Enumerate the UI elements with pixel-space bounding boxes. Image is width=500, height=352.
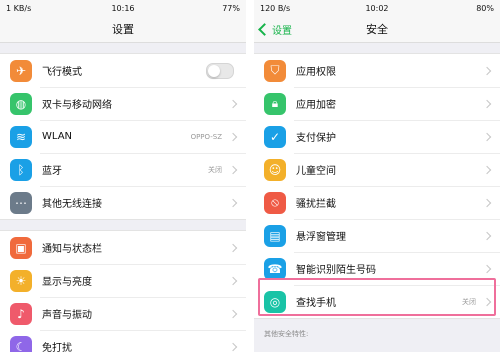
row-label: 智能识别陌生号码: [296, 265, 376, 276]
settings-row-other-wireless[interactable]: ⋯ 其他无线连接: [0, 186, 246, 219]
left-status-time: 10:16: [111, 3, 135, 13]
left-group-device: ▣ 通知与状态栏 ☀ 显示与亮度 ♪ 声音与振动 ☾ 免打扰: [0, 230, 246, 352]
chevron-right-icon: [482, 297, 492, 306]
back-label: 设置: [272, 25, 292, 37]
right-nav-bar: 设置 安全: [254, 16, 500, 43]
row-label: 悬浮窗管理: [296, 232, 346, 243]
right-status-signal: 120 B/s: [260, 3, 291, 13]
shield-check-icon: ✓: [264, 125, 286, 148]
back-button[interactable]: 设置: [258, 16, 292, 42]
row-value: 关闭: [462, 297, 476, 306]
radar-icon: ◎: [264, 290, 286, 313]
security-row-kids-space[interactable]: ☺ 儿童空间: [254, 153, 500, 186]
left-group-connectivity: ✈ 飞行模式 ◍ 双卡与移动网络 ≋ WLAN OPPO-SZ ᛒ 蓝牙 关闭: [0, 53, 246, 220]
chevron-right-icon: [228, 198, 238, 207]
settings-row-dnd[interactable]: ☾ 免打扰: [0, 330, 246, 352]
security-row-unknown-number[interactable]: ☎ 智能识别陌生号码: [254, 252, 500, 285]
row-label: 应用加密: [296, 100, 336, 111]
left-status-bar: 1 KB/s 10:16 77%: [0, 0, 246, 16]
chevron-right-icon: [228, 132, 238, 141]
notification-icon: ▣: [10, 236, 32, 259]
floating-window-icon: ▤: [264, 224, 286, 247]
brightness-icon: ☀: [10, 269, 32, 292]
screenshot-divider: [246, 0, 254, 352]
settings-row-dual-sim[interactable]: ◍ 双卡与移动网络: [0, 87, 246, 120]
settings-row-display[interactable]: ☀ 显示与亮度: [0, 264, 246, 297]
chevron-right-icon: [482, 198, 492, 207]
security-row-floating-window[interactable]: ▤ 悬浮窗管理: [254, 219, 500, 252]
row-label: 双卡与移动网络: [42, 100, 112, 111]
lock-icon: 🔒︎: [264, 92, 286, 115]
row-label: 显示与亮度: [42, 277, 92, 288]
right-phone-security: 120 B/s 10:02 80% 设置 安全 ⛉ 应用权限 🔒︎ 应用加密 ✓…: [254, 0, 500, 352]
right-page-title: 安全: [366, 23, 388, 36]
chevron-right-icon: [482, 66, 492, 75]
bluetooth-icon: ᛒ: [10, 158, 32, 181]
right-status-battery: 80%: [476, 3, 494, 13]
screenshot-pair: 1 KB/s 10:16 77% 设置 ✈ 飞行模式 ◍ 双卡与移动网络 ≋ W…: [0, 0, 500, 352]
row-value: 关闭: [208, 165, 222, 174]
row-label: 应用权限: [296, 67, 336, 78]
row-label: 免打扰: [42, 343, 72, 352]
other-security-features-label: 其他安全特性:: [264, 330, 309, 338]
more-dots-icon: ⋯: [10, 191, 32, 214]
row-value: OPPO-SZ: [190, 132, 222, 141]
settings-row-notifications[interactable]: ▣ 通知与状态栏: [0, 231, 246, 264]
security-row-app-permissions[interactable]: ⛉ 应用权限: [254, 54, 500, 87]
chevron-left-icon: [258, 22, 271, 36]
left-page-title: 设置: [112, 23, 134, 36]
row-label: WLAN: [42, 131, 73, 142]
chevron-right-icon: [482, 231, 492, 240]
right-status-time: 10:02: [365, 3, 389, 13]
left-status-signal: 1 KB/s: [6, 3, 32, 13]
row-label: 其他无线连接: [42, 199, 102, 210]
settings-row-bluetooth[interactable]: ᛒ 蓝牙 关闭: [0, 153, 246, 186]
row-label: 查找手机: [296, 298, 336, 309]
chevron-right-icon: [482, 165, 492, 174]
row-label: 蓝牙: [42, 166, 62, 177]
contact-card-icon: ☎: [264, 257, 286, 280]
left-status-battery: 77%: [222, 3, 240, 13]
settings-row-wlan[interactable]: ≋ WLAN OPPO-SZ: [0, 120, 246, 153]
wifi-icon: ≋: [10, 125, 32, 148]
chevron-right-icon: [228, 309, 238, 318]
moon-icon: ☾: [10, 335, 32, 352]
row-label: 飞行模式: [42, 67, 82, 78]
security-row-payment-protection[interactable]: ✓ 支付保护: [254, 120, 500, 153]
chevron-right-icon: [228, 342, 238, 351]
cellular-globe-icon: ◍: [10, 92, 32, 115]
settings-row-airplane-mode[interactable]: ✈ 飞行模式: [0, 54, 246, 87]
left-phone-settings: 1 KB/s 10:16 77% 设置 ✈ 飞行模式 ◍ 双卡与移动网络 ≋ W…: [0, 0, 246, 352]
block-icon: ⦸: [264, 191, 286, 214]
speaker-icon: ♪: [10, 302, 32, 325]
settings-row-sound[interactable]: ♪ 声音与振动: [0, 297, 246, 330]
security-row-harassment-block[interactable]: ⦸ 骚扰拦截: [254, 186, 500, 219]
security-list: ⛉ 应用权限 🔒︎ 应用加密 ✓ 支付保护 ☺ 儿童空间 ⦸ 骚扰拦截 ▤ 悬浮…: [254, 53, 500, 319]
airplane-icon: ✈: [10, 59, 32, 82]
security-row-app-encryption[interactable]: 🔒︎ 应用加密: [254, 87, 500, 120]
chevron-right-icon: [482, 264, 492, 273]
row-label: 声音与振动: [42, 310, 92, 321]
row-label: 骚扰拦截: [296, 199, 336, 210]
row-label: 儿童空间: [296, 166, 336, 177]
security-row-find-phone[interactable]: ◎ 查找手机 关闭: [254, 285, 500, 318]
chevron-right-icon: [482, 99, 492, 108]
chevron-right-icon: [482, 132, 492, 141]
chevron-right-icon: [228, 243, 238, 252]
row-label: 通知与状态栏: [42, 244, 102, 255]
child-icon: ☺: [264, 158, 286, 181]
shield-key-icon: ⛉: [264, 59, 286, 82]
chevron-right-icon: [228, 165, 238, 174]
airplane-mode-toggle[interactable]: [206, 62, 234, 79]
right-status-bar: 120 B/s 10:02 80%: [254, 0, 500, 16]
chevron-right-icon: [228, 99, 238, 108]
left-nav-bar: 设置: [0, 16, 246, 43]
row-label: 支付保护: [296, 133, 336, 144]
chevron-right-icon: [228, 276, 238, 285]
